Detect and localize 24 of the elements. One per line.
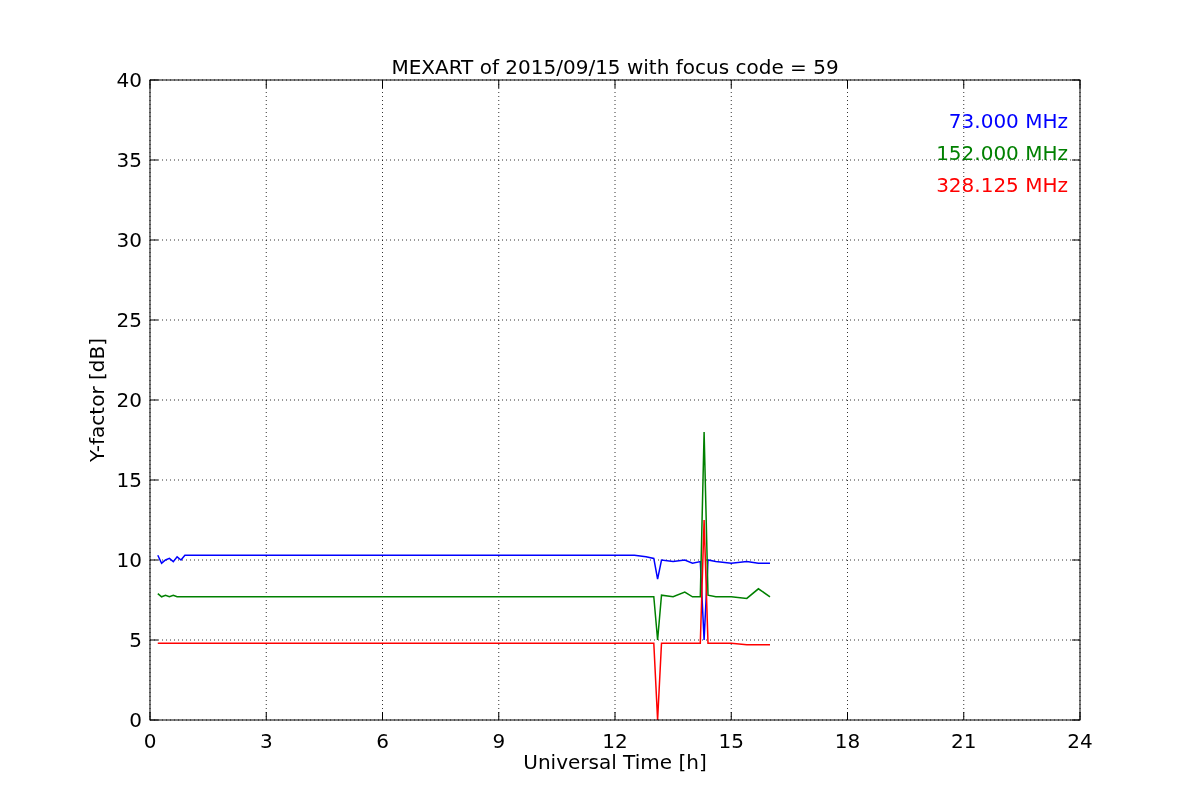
y-tick-label: 15: [116, 468, 142, 492]
y-tick-label: 20: [116, 388, 142, 412]
y-tick-label: 35: [116, 148, 142, 172]
x-tick-label: 0: [143, 729, 157, 753]
y-tick-label: 25: [116, 308, 142, 332]
y-tick-label: 10: [116, 548, 142, 572]
x-tick-label: 3: [259, 729, 273, 753]
x-tick-label: 21: [951, 729, 977, 753]
y-tick-label: 40: [116, 68, 142, 92]
y-tick-label: 30: [116, 228, 142, 252]
legend-label: 328.125 MHz: [936, 173, 1068, 197]
chart-title: MEXART of 2015/09/15 with focus code = 59: [391, 55, 839, 79]
x-tick-label: 6: [376, 729, 389, 753]
legend-label: 152.000 MHz: [936, 141, 1068, 165]
y-axis-title: Y-factor [dB]: [85, 338, 109, 462]
x-tick-label: 18: [834, 729, 861, 753]
x-tick-label: 12: [602, 729, 628, 753]
x-tick-label: 24: [1067, 729, 1093, 753]
x-tick-label: 15: [718, 729, 744, 753]
x-axis-title: Universal Time [h]: [523, 750, 707, 774]
y-tick-label: 0: [129, 708, 142, 732]
y-tick-label: 5: [129, 628, 142, 652]
legend-label: 73.000 MHz: [948, 109, 1068, 133]
x-tick-label: 9: [492, 729, 506, 753]
